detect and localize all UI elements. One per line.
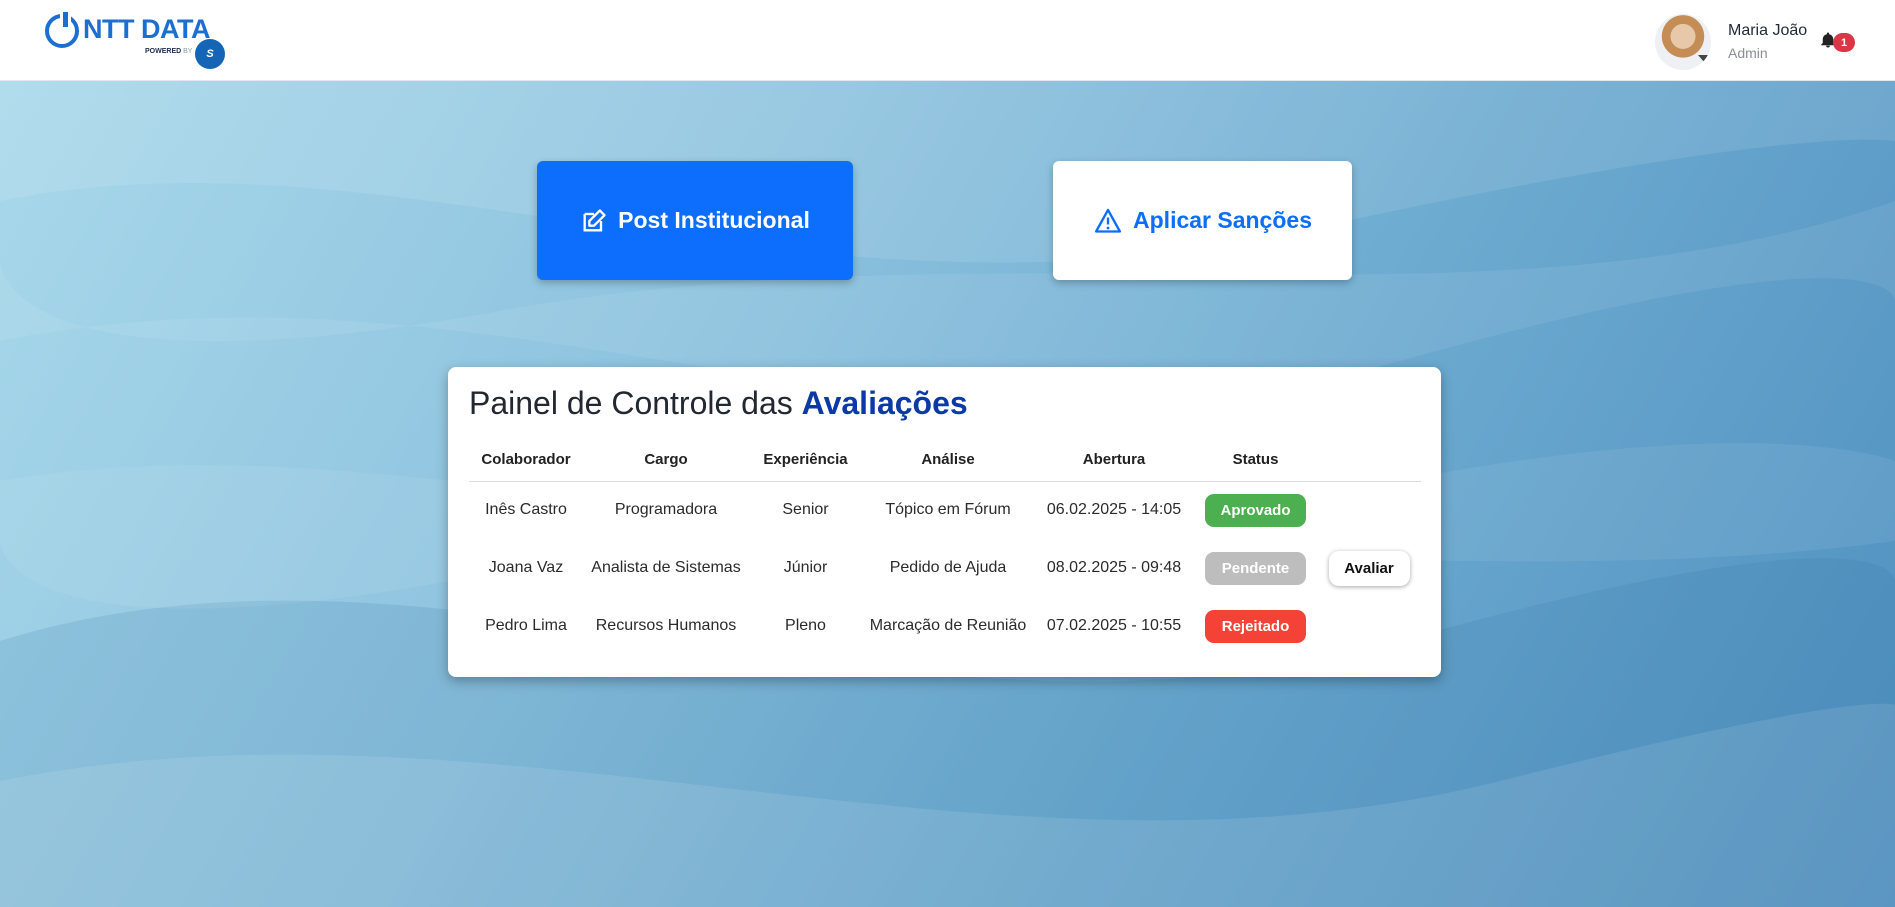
user-name: Maria João — [1728, 22, 1808, 39]
warning-icon — [1094, 208, 1122, 233]
post-institucional-button[interactable]: Post Institucional — [537, 161, 853, 280]
aplicar-sancoes-label: Aplicar Sanções — [1133, 207, 1312, 233]
cell-analise: Marcação de Reunião — [869, 617, 1027, 634]
avaliar-button[interactable]: Avaliar — [1328, 550, 1410, 586]
logo-powered-by-word: BY — [183, 48, 193, 55]
table-row: Pedro Lima Recursos Humanos Pleno Marcaç… — [469, 597, 1421, 655]
aplicar-sancoes-button[interactable]: Aplicar Sanções — [1053, 161, 1352, 280]
cell-experiencia: Senior — [782, 501, 829, 519]
column-header-status[interactable]: Status — [1194, 439, 1317, 482]
user-menu[interactable]: Maria João Admin 1 — [1655, 12, 1875, 70]
column-header-experiencia[interactable]: Experiência — [749, 439, 862, 482]
cell-abertura: 07.02.2025 - 10:55 — [1046, 617, 1182, 634]
status-badge: Rejeitado — [1205, 609, 1306, 643]
avatar[interactable] — [1655, 14, 1711, 70]
post-institucional-label: Post Institucional — [618, 207, 810, 233]
cell-action: Avaliar — [1317, 539, 1421, 597]
caret-down-icon — [1698, 55, 1710, 62]
main-content: Post Institucional Aplicar Sanções Paine… — [0, 81, 1895, 907]
cell-analise: Tópico em Fórum — [885, 501, 1011, 519]
cell-status: Aprovado — [1194, 481, 1317, 539]
cell-analise: Pedido de Ajuda — [889, 559, 1007, 576]
panel-title-accent: Avaliações — [801, 385, 968, 421]
evaluations-panel: Painel de Controle das Avaliações Colabo… — [448, 367, 1441, 677]
cell-status: Rejeitado — [1194, 597, 1317, 655]
evaluations-table: Colaborador Cargo Experiência Análise Ab… — [469, 439, 1421, 655]
logo-text: NTT DATA — [83, 14, 210, 44]
cell-abertura: 08.02.2025 - 09:48 — [1046, 559, 1182, 576]
table-header-row: Colaborador Cargo Experiência Análise Ab… — [469, 439, 1421, 482]
edit-icon — [583, 208, 606, 231]
status-badge: Aprovado — [1205, 493, 1306, 527]
cell-colaborador: Joana Vaz — [488, 559, 564, 576]
ntt-logo-ring-icon — [45, 12, 79, 48]
notification-badge: 1 — [1833, 33, 1855, 52]
logo-powered-by: POWERED BY — [145, 48, 192, 55]
top-bar: NTT DATA POWERED BY S Maria João Admin 1 — [0, 0, 1895, 81]
cell-status: Pendente — [1194, 539, 1317, 597]
column-header-analise[interactable]: Análise — [862, 439, 1034, 482]
cell-cargo: Programadora — [614, 501, 718, 519]
cell-abertura: 06.02.2025 - 14:05 — [1046, 501, 1182, 519]
cell-colaborador: Inês Castro — [485, 501, 567, 519]
cell-action — [1317, 481, 1421, 539]
table-row: Joana Vaz Analista de Sistemas Júnior Pe… — [469, 539, 1421, 597]
panel-title-prefix: Painel de Controle das — [469, 385, 793, 421]
logo-powered-prefix: POWERED — [145, 48, 182, 55]
column-header-colaborador[interactable]: Colaborador — [469, 439, 583, 482]
cell-cargo: Analista de Sistemas — [591, 559, 741, 576]
column-header-cargo[interactable]: Cargo — [583, 439, 749, 482]
ntt-data-logo[interactable]: NTT DATA POWERED BY S — [45, 12, 235, 70]
column-header-actions — [1317, 439, 1421, 482]
panel-title: Painel de Controle das Avaliações — [469, 385, 968, 422]
column-header-abertura[interactable]: Abertura — [1034, 439, 1194, 482]
cell-action — [1317, 597, 1421, 655]
cell-colaborador: Pedro Lima — [485, 617, 567, 634]
user-role: Admin — [1728, 45, 1768, 61]
table-row: Inês Castro Programadora Senior Tópico e… — [469, 481, 1421, 539]
logo-badge-icon: S — [195, 39, 225, 69]
cell-experiencia: Júnior — [783, 559, 828, 576]
cell-cargo: Recursos Humanos — [595, 617, 737, 634]
status-badge: Pendente — [1205, 551, 1306, 585]
cell-experiencia: Pleno — [785, 617, 826, 634]
